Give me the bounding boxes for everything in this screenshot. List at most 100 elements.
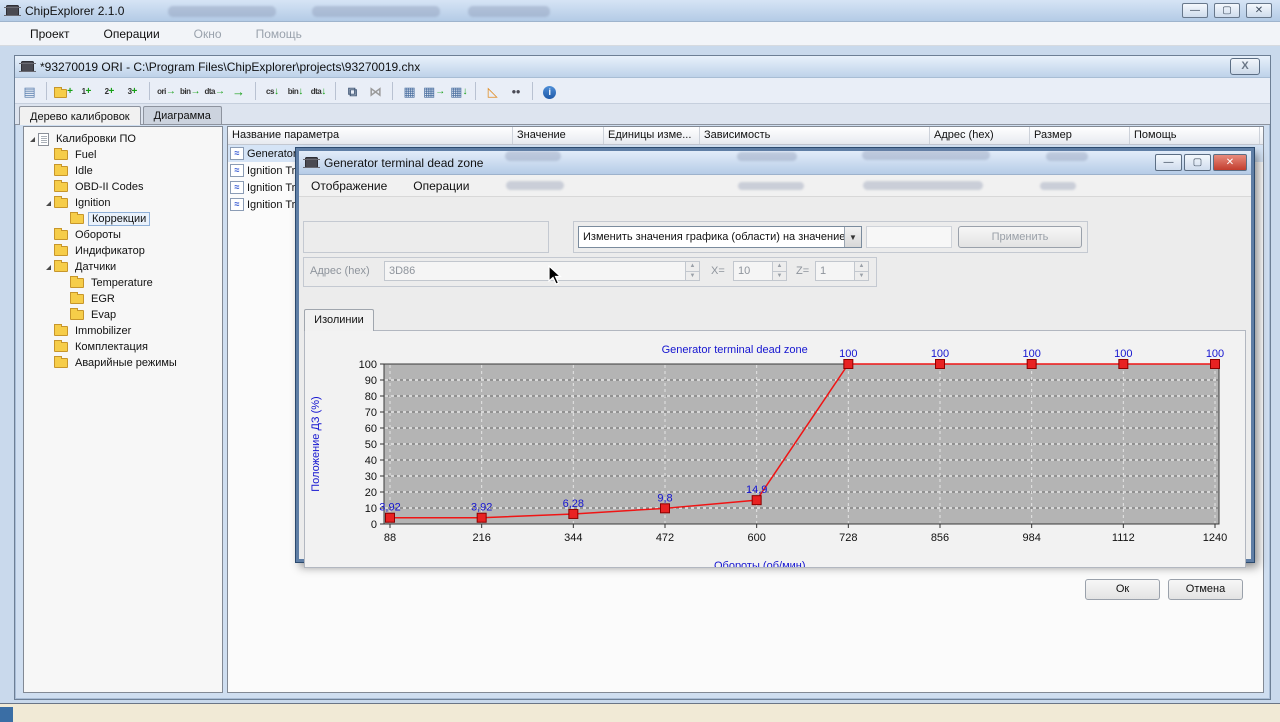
project-close-button[interactable]: X <box>1230 58 1260 75</box>
export-bin-icon[interactable]: bin→ <box>179 81 202 101</box>
column-header[interactable]: Значение <box>513 127 604 144</box>
binoculars-icon[interactable]: ●● <box>505 81 526 101</box>
save-icon[interactable]: ▤ <box>19 81 40 101</box>
folder-icon <box>54 198 68 208</box>
data-marker[interactable] <box>386 513 395 522</box>
y-tick-label: 40 <box>365 455 377 467</box>
run-export-icon[interactable]: → <box>228 81 249 101</box>
import-bin-icon[interactable]: bin↓ <box>285 81 306 101</box>
tree-item-Датчики[interactable]: Датчики <box>24 259 222 275</box>
cancel-button[interactable]: Отмена <box>1168 579 1243 600</box>
address-spinner[interactable]: 3D86 ▲▼ <box>384 261 700 281</box>
tree-item-Immobilizer[interactable]: Immobilizer <box>24 323 222 339</box>
spinner-arrows-icon[interactable]: ▲▼ <box>854 262 868 280</box>
data-marker[interactable] <box>1027 360 1036 369</box>
tree-item-label: Калибровки ПО <box>53 133 139 145</box>
data-marker[interactable] <box>569 509 578 518</box>
z-spinner[interactable]: 1 ▲▼ <box>815 261 869 281</box>
tree-item-Fuel[interactable]: Fuel <box>24 147 222 163</box>
expander-icon[interactable] <box>46 265 51 270</box>
parameter-chart-icon: ≈ <box>230 198 244 211</box>
dialog-close-button[interactable]: ✕ <box>1213 154 1247 171</box>
app-title: ChipExplorer 2.1.0 <box>25 4 124 18</box>
export-dta-icon[interactable]: dta→ <box>204 81 227 101</box>
column-header[interactable]: Название параметра <box>228 127 513 144</box>
toolbar-separator <box>149 82 150 100</box>
chevron-down-icon[interactable]: ▼ <box>844 227 861 247</box>
data-marker[interactable] <box>752 496 761 505</box>
point-value-label: 100 <box>1206 348 1224 360</box>
tree-item-Temperature[interactable]: Temperature <box>24 275 222 291</box>
export-ori-icon[interactable]: ori→ <box>156 81 177 101</box>
spinner-arrows-icon[interactable]: ▲▼ <box>772 262 786 280</box>
tree-item-label: Комплектация <box>72 341 151 353</box>
table-icon[interactable]: ▦ <box>399 81 420 101</box>
menu-Операции[interactable]: Операции <box>104 27 160 41</box>
info-icon[interactable]: i <box>539 81 560 101</box>
tree-item-EGR[interactable]: EGR <box>24 291 222 307</box>
column-header[interactable]: Размер <box>1030 127 1130 144</box>
tree-item-Коррекции[interactable]: Коррекции <box>24 211 222 227</box>
dialog-menu-Операции[interactable]: Операции <box>413 179 469 193</box>
expander-icon[interactable] <box>30 137 35 142</box>
import-dta-icon[interactable]: dta↓ <box>308 81 329 101</box>
add-layer3-icon[interactable]: 3+ <box>122 81 143 101</box>
table-export-icon[interactable]: ▦→ <box>422 81 446 101</box>
point-value-label: 100 <box>931 348 949 360</box>
copy-pages-icon[interactable]: ⧉ <box>342 81 363 101</box>
spinner-arrows-icon[interactable]: ▲▼ <box>685 262 699 280</box>
tree-item-label: Ignition <box>72 197 113 209</box>
project-tabstrip: Дерево калибровокДиаграмма <box>15 104 1270 125</box>
apply-button[interactable]: Применить <box>958 226 1082 248</box>
tree-item-Ignition[interactable]: Ignition <box>24 195 222 211</box>
close-button[interactable]: ✕ <box>1246 3 1272 18</box>
ruler-icon[interactable]: ◺ <box>482 81 503 101</box>
menu-Проект[interactable]: Проект <box>30 27 70 41</box>
column-header[interactable]: Помощь <box>1130 127 1260 144</box>
graph-operation-combobox[interactable]: Изменить значения графика (области) на з… <box>578 226 862 248</box>
table-import-icon[interactable]: ▦↓ <box>448 81 469 101</box>
project-chip-icon <box>21 61 34 72</box>
minimize-button[interactable]: — <box>1182 3 1208 18</box>
tab-isolines[interactable]: Изолинии <box>304 309 374 331</box>
value-input[interactable] <box>866 226 952 248</box>
dialog-maximize-button[interactable]: ▢ <box>1184 154 1211 171</box>
dialog-minimize-button[interactable]: — <box>1155 154 1182 171</box>
data-marker[interactable] <box>844 360 853 369</box>
folder-icon <box>70 214 84 224</box>
tree-item-Аварийные режимы[interactable]: Аварийные режимы <box>24 355 222 371</box>
tree-item-Обороты[interactable]: Обороты <box>24 227 222 243</box>
expander-icon[interactable] <box>46 201 51 206</box>
folder-icon <box>70 310 84 320</box>
data-marker[interactable] <box>1119 360 1128 369</box>
address-value: 3D86 <box>385 265 685 277</box>
x-spinner[interactable]: 10 ▲▼ <box>733 261 787 281</box>
tree-item-Индификатор[interactable]: Индификатор <box>24 243 222 259</box>
maximize-button[interactable]: ▢ <box>1214 3 1240 18</box>
tree-item-OBD-II Codes[interactable]: OBD-II Codes <box>24 179 222 195</box>
import-cs-icon[interactable]: cs↓ <box>262 81 283 101</box>
tab-Дерево калибровок[interactable]: Дерево калибровок <box>19 106 141 125</box>
tree-item-label: Индификатор <box>72 245 148 257</box>
add-layer1-icon[interactable]: 1+ <box>76 81 97 101</box>
column-header[interactable]: Единицы изме... <box>604 127 700 144</box>
data-marker[interactable] <box>477 513 486 522</box>
data-marker[interactable] <box>661 504 670 513</box>
folder-icon <box>70 278 84 288</box>
tree-item-Калибровки ПО[interactable]: Калибровки ПО <box>24 131 222 147</box>
ok-button[interactable]: Ок <box>1085 579 1160 600</box>
tree-item-Комплектация[interactable]: Комплектация <box>24 339 222 355</box>
line-chart[interactable]: 8821634447260072885698411121240010203040… <box>305 331 1245 567</box>
data-marker[interactable] <box>1211 360 1220 369</box>
column-header[interactable]: Зависимость <box>700 127 930 144</box>
add-folder-icon[interactable]: + <box>53 81 74 101</box>
column-header[interactable]: Адрес (hex) <box>930 127 1030 144</box>
x-value: 10 <box>734 265 772 277</box>
data-marker[interactable] <box>936 360 945 369</box>
add-layer2-icon[interactable]: 2+ <box>99 81 120 101</box>
tree-item-Idle[interactable]: Idle <box>24 163 222 179</box>
dialog-menu-Отображение[interactable]: Отображение <box>311 179 387 193</box>
merge-icon[interactable]: ⋈ <box>365 81 386 101</box>
tab-Диаграмма[interactable]: Диаграмма <box>143 106 222 124</box>
tree-item-Evap[interactable]: Evap <box>24 307 222 323</box>
